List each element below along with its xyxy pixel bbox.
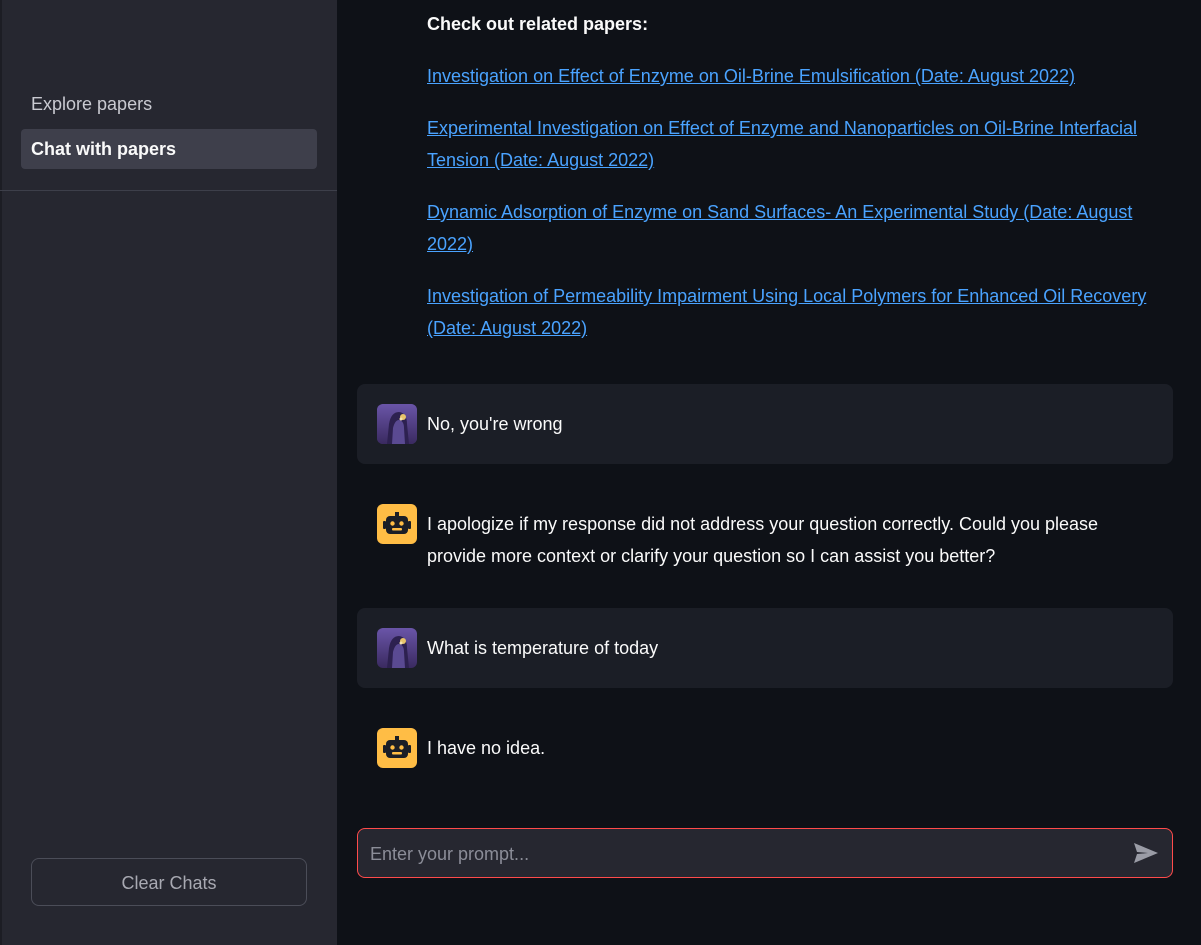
sidebar-edge bbox=[0, 0, 2, 945]
chat-message-assistant: I apologize if my response did not addre… bbox=[357, 484, 1173, 588]
chat-message-user: No, you're wrong bbox=[357, 384, 1173, 464]
prompt-input[interactable] bbox=[368, 829, 1112, 879]
chat-main: Check out related papers: Investigation … bbox=[337, 0, 1201, 945]
message-text: I apologize if my response did not addre… bbox=[427, 514, 1099, 566]
paper-link[interactable]: Experimental Investigation on Effect of … bbox=[427, 112, 1177, 176]
related-papers-heading: Check out related papers: bbox=[427, 14, 649, 34]
sidebar-nav: Explore papers Chat with papers bbox=[21, 84, 317, 174]
robot-icon bbox=[377, 504, 417, 544]
message-text: What is temperature of today bbox=[427, 638, 659, 658]
message-text: I have no idea. bbox=[427, 738, 546, 758]
related-papers: Check out related papers: Investigation … bbox=[427, 8, 1177, 364]
send-icon[interactable] bbox=[1132, 841, 1160, 865]
chat-message-user: What is temperature of today bbox=[357, 608, 1173, 688]
user-avatar-icon bbox=[377, 404, 417, 444]
message-text: No, you're wrong bbox=[427, 414, 563, 434]
paper-link[interactable]: Investigation on Effect of Enzyme on Oil… bbox=[427, 60, 1177, 92]
nav-item-chat-with-papers[interactable]: Chat with papers bbox=[21, 129, 317, 169]
paper-link[interactable]: Investigation of Permeability Impairment… bbox=[427, 280, 1177, 344]
prompt-box bbox=[357, 828, 1173, 879]
sidebar-divider bbox=[0, 190, 337, 191]
sidebar: Explore papers Chat with papers Clear Ch… bbox=[0, 0, 337, 945]
user-avatar-icon bbox=[377, 628, 417, 668]
app-root: Explore papers Chat with papers Clear Ch… bbox=[0, 0, 1201, 945]
nav-item-explore-papers[interactable]: Explore papers bbox=[21, 84, 317, 124]
paper-link[interactable]: Dynamic Adsorption of Enzyme on Sand Sur… bbox=[427, 196, 1177, 260]
robot-icon bbox=[377, 728, 417, 768]
clear-chats-button[interactable]: Clear Chats bbox=[31, 858, 307, 906]
chat-message-assistant: I have no idea. bbox=[357, 708, 1173, 788]
